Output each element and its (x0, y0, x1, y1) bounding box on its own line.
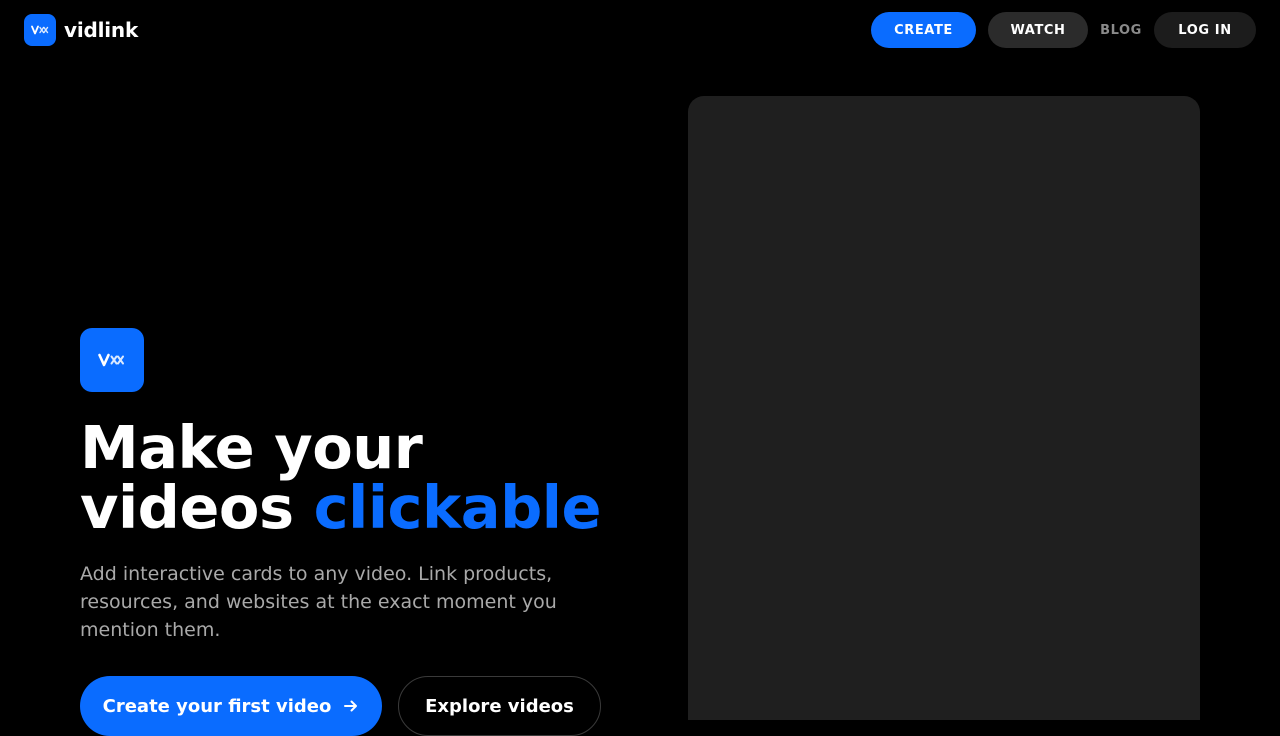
arrow-right-icon (343, 698, 359, 714)
nav-login-button[interactable]: LOG IN (1154, 12, 1256, 48)
cta-primary-label: Create your first video (102, 695, 332, 717)
headline-line2: videos (80, 473, 314, 542)
brand-name: vidlink (64, 18, 139, 42)
headline-accent: clickable (313, 473, 602, 542)
headline-line1: Make your (80, 413, 423, 482)
nav-create-button[interactable]: CREATE (871, 12, 976, 48)
nav-blog-link[interactable]: BLOG (1088, 12, 1154, 48)
create-first-video-button[interactable]: Create your first video (80, 676, 382, 736)
site-header: vidlink CREATE WATCH BLOG LOG IN (0, 0, 1280, 60)
nav-watch-button[interactable]: WATCH (988, 12, 1088, 48)
brand-link[interactable]: vidlink (24, 14, 138, 46)
explore-videos-button[interactable]: Explore videos (398, 676, 601, 736)
vidlink-logo-icon (24, 14, 56, 46)
main-nav: CREATE WATCH BLOG LOG IN (871, 12, 1256, 48)
video-preview-panel[interactable] (688, 96, 1200, 720)
hero-logo-icon (80, 328, 144, 392)
hero-subtext: Add interactive cards to any video. Link… (80, 563, 557, 641)
hero-headline: Make your videos clickable (80, 418, 602, 538)
